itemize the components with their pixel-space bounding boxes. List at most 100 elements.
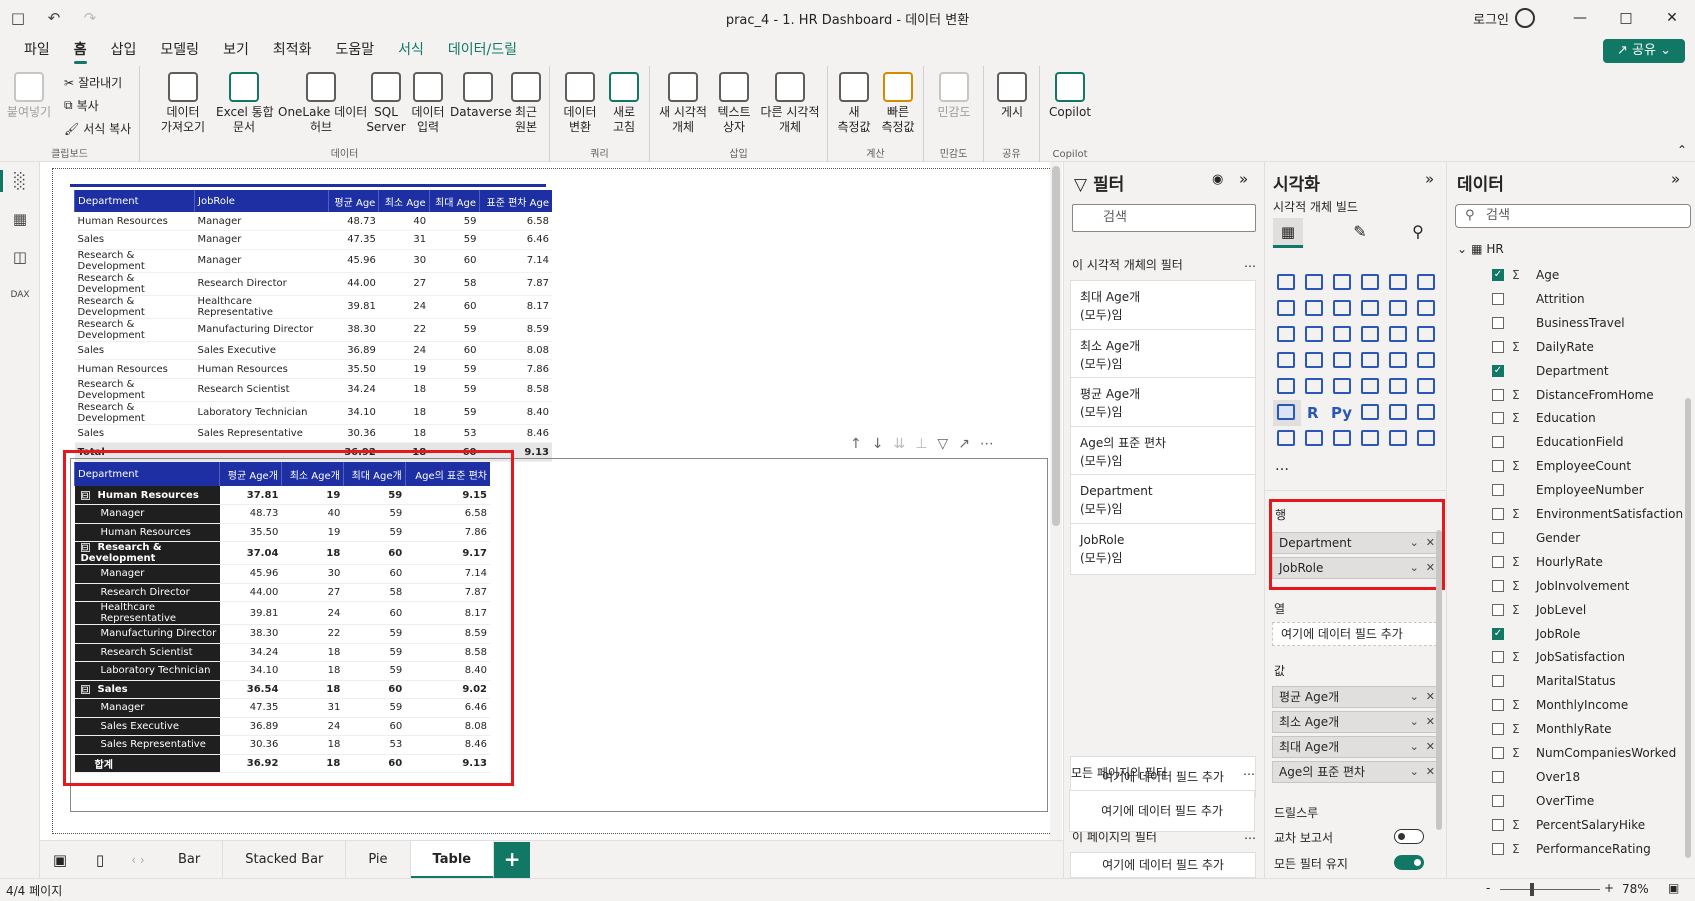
- visual-type-icon[interactable]: [1301, 296, 1329, 322]
- checked-checkbox[interactable]: ✓: [1492, 627, 1504, 640]
- visual-type-icon[interactable]: [1301, 374, 1329, 400]
- visual-type-icon[interactable]: [1273, 400, 1301, 426]
- visual-type-icon[interactable]: [1413, 322, 1441, 348]
- format-visual-icon[interactable]: ✎: [1345, 218, 1375, 248]
- matrix-group-row[interactable]: ⊟ Human Resources 37.81 19 59 9.15: [74, 486, 490, 505]
- filter-card[interactable]: Department (모두)임: [1070, 474, 1256, 526]
- enter-data-button[interactable]: 데이터 입력: [408, 72, 448, 135]
- visual-type-icon[interactable]: [1329, 374, 1357, 400]
- filter-card[interactable]: 최대 Age개 (모두)임: [1070, 280, 1256, 332]
- field-item[interactable]: Σ EmployeeCount: [1492, 455, 1631, 477]
- collapse-ribbon-icon[interactable]: ⌃: [1677, 143, 1687, 157]
- visual-type-icon[interactable]: [1273, 348, 1301, 374]
- field-item[interactable]: Σ PercentSalaryHike: [1492, 814, 1645, 836]
- menu-home[interactable]: 홈: [62, 38, 99, 66]
- textbox-button[interactable]: 텍스트 상자: [712, 72, 756, 135]
- checkbox[interactable]: [1492, 436, 1504, 449]
- t2-header[interactable]: Age의 표준 편차: [404, 462, 490, 486]
- matrix-row[interactable]: Research Director 44.00 27 58 7.87: [74, 583, 490, 602]
- checkbox[interactable]: [1492, 770, 1504, 783]
- menu-help[interactable]: 도움말: [323, 38, 386, 66]
- visual-type-icon[interactable]: [1385, 400, 1413, 426]
- page-tab-bar[interactable]: Bar: [156, 840, 224, 879]
- collapse-toggle-icon[interactable]: ⊟: [80, 543, 90, 552]
- visual-type-icon[interactable]: [1357, 348, 1385, 374]
- undo-icon[interactable]: ↶: [36, 0, 72, 36]
- visual-type-icon[interactable]: [1413, 374, 1441, 400]
- visual-type-icon[interactable]: [1357, 374, 1385, 400]
- menu-view[interactable]: 보기: [211, 38, 261, 66]
- filter-icon[interactable]: ▽: [937, 436, 948, 452]
- checkbox[interactable]: [1492, 651, 1504, 664]
- remove-icon[interactable]: ⌄ ✕: [1410, 533, 1435, 553]
- visual-type-icon[interactable]: [1273, 296, 1301, 322]
- visual-type-icon[interactable]: [1385, 322, 1413, 348]
- t2-header[interactable]: 평균 Age개: [219, 462, 282, 486]
- visual-type-icon[interactable]: [1413, 400, 1441, 426]
- remove-icon[interactable]: ⌄ ✕: [1410, 687, 1435, 707]
- field-item[interactable]: Σ Education: [1492, 407, 1596, 429]
- add-all-pages-filter-field[interactable]: 여기에 데이터 필드 추가: [1069, 790, 1255, 832]
- matrix-row[interactable]: Human Resources 35.50 19 59 7.86: [74, 523, 490, 542]
- matrix-group-row[interactable]: ⊟ Research & Development 37.04 18 60 9.17: [74, 541, 490, 565]
- checkbox[interactable]: [1492, 603, 1504, 616]
- rows-well-department[interactable]: Department ⌄ ✕: [1272, 532, 1442, 554]
- data-scrollbar[interactable]: [1685, 398, 1691, 858]
- values-well[interactable]: 최소 Age개 ⌄ ✕: [1272, 711, 1442, 733]
- t1-header[interactable]: 최대 Age: [428, 190, 480, 212]
- zoom-in-button[interactable]: +: [1604, 881, 1614, 895]
- cross-report-toggle[interactable]: [1394, 829, 1424, 844]
- model-view-icon[interactable]: ◫: [0, 238, 40, 276]
- mobile-layout-icon[interactable]: ▯: [80, 851, 120, 869]
- matrix-row[interactable]: Manufacturing Director 38.30 22 59 8.59: [74, 624, 490, 644]
- values-well[interactable]: 평균 Age개 ⌄ ✕: [1272, 686, 1442, 708]
- save-icon[interactable]: □: [0, 0, 36, 36]
- scroll-tabs-icon[interactable]: ‹ ›: [120, 853, 156, 867]
- visual-type-icon[interactable]: [1273, 374, 1301, 400]
- matrix-row[interactable]: Manager 45.96 30 60 7.14: [74, 564, 490, 584]
- more-icon[interactable]: …: [1244, 256, 1256, 270]
- filter-card[interactable]: Age의 표준 편차 (모두)임: [1070, 425, 1256, 478]
- matrix-row[interactable]: Sales Representative 30.36 18 53 8.46: [74, 735, 490, 755]
- add-page-button[interactable]: +: [494, 841, 531, 878]
- build-visual-icon[interactable]: ▦: [1273, 218, 1303, 248]
- t1-header[interactable]: 평균 Age: [327, 190, 379, 212]
- visual-type-icon[interactable]: [1385, 296, 1413, 322]
- matrix-row-header[interactable]: ⊟ Research & Development: [74, 541, 220, 565]
- more-options-icon[interactable]: ⋯: [980, 436, 994, 452]
- checkbox[interactable]: [1492, 794, 1504, 807]
- matrix-row[interactable]: Manager 48.73 40 59 6.58: [74, 504, 490, 524]
- sensitivity-button[interactable]: 민감도: [932, 72, 976, 120]
- field-item[interactable]: ✓ JobRole: [1492, 623, 1580, 645]
- checkbox[interactable]: [1492, 723, 1504, 736]
- checked-checkbox[interactable]: ✓: [1492, 269, 1504, 281]
- checkbox[interactable]: [1492, 818, 1504, 831]
- onelake-button[interactable]: OneLake 데이터 허브: [278, 72, 367, 135]
- checkbox[interactable]: [1492, 388, 1504, 401]
- close-icon[interactable]: ✕: [1649, 10, 1695, 26]
- field-item[interactable]: Σ JobLevel: [1492, 599, 1586, 621]
- checkbox[interactable]: [1492, 579, 1504, 592]
- menu-optimize[interactable]: 최적화: [261, 38, 324, 66]
- excel-button[interactable]: Excel 통합 문서: [216, 72, 274, 135]
- checkbox[interactable]: [1492, 460, 1504, 473]
- matrix-row[interactable]: Healthcare Representative 39.81 24 60 8.17: [74, 601, 490, 625]
- checkbox[interactable]: [1492, 699, 1504, 712]
- refresh-button[interactable]: 새로 고침: [606, 72, 642, 135]
- collapse-data-icon[interactable]: »: [1671, 170, 1680, 188]
- visual-type-icon[interactable]: [1273, 270, 1301, 296]
- field-item[interactable]: Σ PerformanceRating: [1492, 838, 1651, 860]
- table-row[interactable]: Research & Development Research Director 4…: [74, 272, 552, 296]
- table-visual-flat[interactable]: Department JobRole 평균 Age 최소 Age 최대 Age …: [74, 190, 552, 463]
- next-level-icon[interactable]: ⇊: [893, 436, 905, 452]
- more-visuals-dots[interactable]: …: [1275, 458, 1289, 474]
- login-button[interactable]: 로그인: [1473, 9, 1509, 28]
- menu-file[interactable]: 파일: [12, 38, 62, 66]
- page-tab-stacked-bar[interactable]: Stacked Bar: [223, 840, 347, 879]
- t2-header[interactable]: 최대 Age개: [342, 462, 406, 486]
- filters-search-input[interactable]: 검색: [1072, 204, 1256, 232]
- page-tab-pie[interactable]: Pie: [346, 840, 411, 879]
- values-well[interactable]: 최대 Age개 ⌄ ✕: [1272, 736, 1442, 758]
- table-hr[interactable]: ⌄ ▦ HR: [1457, 242, 1504, 256]
- field-item[interactable]: ✓ Σ Age: [1492, 264, 1559, 286]
